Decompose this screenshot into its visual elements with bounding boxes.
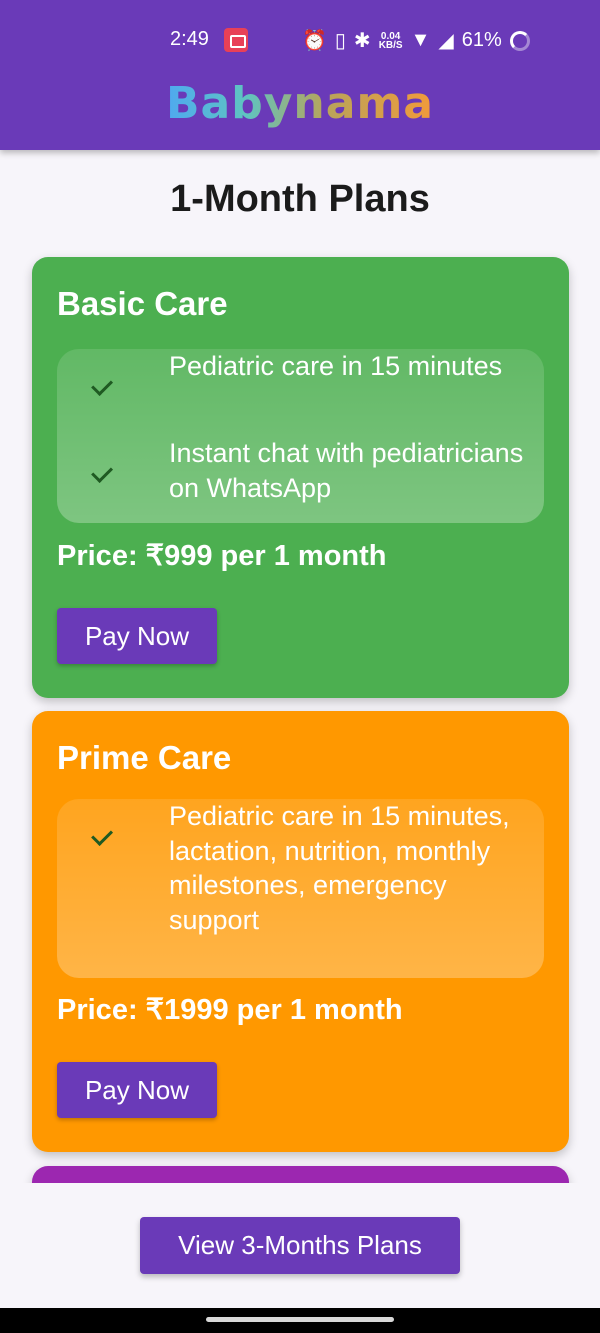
feature-text: Pediatric care in 15 minutes, lactation,… [169,801,510,935]
bluetooth-icon: ✱ [353,30,371,52]
net-speed: 0.04 KB/S [378,30,403,51]
plan-price: Price: ₹1999 per 1 month [57,994,403,1026]
plan-price: Price: ₹999 per 1 month [57,540,387,572]
battery-icon [509,30,530,51]
page-title: 1-Month Plans [170,178,430,220]
pay-now-button[interactable]: Pay Now [57,1062,217,1118]
feature-text: Instant chat with pediatricians on Whats… [169,438,524,503]
status-bar: 2:49 ⏰ ▯ ✱ 0.04 KB/S ▼ ◢ 61% [0,20,600,60]
home-gesture-handle[interactable] [206,1317,394,1322]
plan-name: Prime Care [57,739,232,776]
check-icon [87,377,111,393]
plan-card-basic: Basic Care Pediatric care in 15 minutes … [32,257,569,698]
status-time: 2:49 [170,28,209,50]
app-logo: Babynama [166,78,434,129]
battery-percent: 61% [461,29,502,51]
signal-icon: ◢ [438,30,454,52]
view-3-months-plans-button[interactable]: View 3-Months Plans [140,1217,460,1274]
plans-list[interactable]: 1-Month Plans Basic Care Pediatric care … [0,150,600,1183]
feature-list: Pediatric care in 15 minutes Instant cha… [57,349,544,523]
wifi-icon: ▼ [410,29,431,51]
app-bar: 2:49 ⏰ ▯ ✱ 0.04 KB/S ▼ ◢ 61% Babynama [0,0,600,150]
feature-list: Pediatric care in 15 minutes, lactation,… [57,799,544,978]
feature-text: Pediatric care in 15 minutes [169,351,503,381]
plan-card-prime: Prime Care Pediatric care in 15 minutes,… [32,711,569,1152]
vibrate-icon: ▯ [334,30,346,52]
plan-card-next [32,1166,569,1183]
system-nav-bar [0,1308,600,1333]
pay-now-button[interactable]: Pay Now [57,608,217,664]
plan-name: Basic Care [57,285,228,322]
alarm-icon: ⏰ [302,30,327,52]
screen-record-icon [224,28,248,52]
check-icon [87,827,111,843]
check-icon [87,464,111,480]
